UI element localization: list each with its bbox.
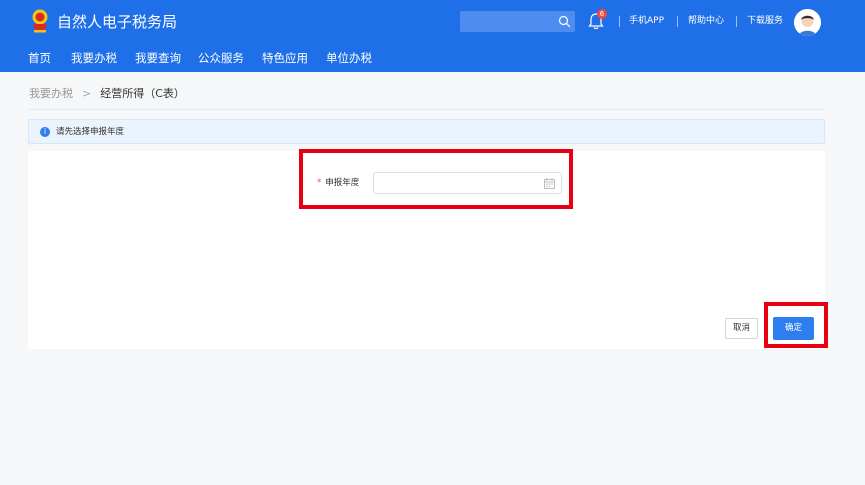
notice-bar: i 请先选择申报年度 <box>28 119 825 144</box>
breadcrumb-parent[interactable]: 我要办税 <box>29 87 73 100</box>
notification-badge: 6 <box>597 9 607 19</box>
site-title[interactable]: 自然人电子税务局 <box>57 12 177 32</box>
info-icon: i <box>40 127 50 137</box>
search-icon[interactable] <box>558 15 571 28</box>
year-label-text: 申报年度 <box>325 178 360 188</box>
tax-emblem-logo <box>32 9 48 33</box>
year-date-picker[interactable] <box>373 172 562 196</box>
nav-item-special-apps[interactable]: 特色应用 <box>262 50 308 66</box>
confirm-button[interactable]: 确定 <box>773 317 814 340</box>
header-divider <box>736 16 737 27</box>
nav-item-query[interactable]: 我要查询 <box>135 50 181 66</box>
nav-item-employer-tax[interactable]: 单位办税 <box>326 50 372 66</box>
notice-text: 请先选择申报年度 <box>56 127 125 137</box>
year-field-label: * 申报年度 <box>317 177 359 189</box>
search-box[interactable] <box>460 11 575 34</box>
top-header: 自然人电子税务局 6 手机APP 帮助中心 下载服务 首页 我要办税 我要查询 … <box>0 0 865 72</box>
user-avatar[interactable] <box>794 9 821 36</box>
nav-item-home[interactable]: 首页 <box>28 50 51 66</box>
cancel-button[interactable]: 取消 <box>725 318 758 339</box>
breadcrumb-current: 经营所得（C表） <box>100 87 185 100</box>
breadcrumb-divider <box>28 109 825 110</box>
mobile-app-link[interactable]: 手机APP <box>629 15 664 28</box>
header-divider <box>619 16 620 27</box>
help-center-link[interactable]: 帮助中心 <box>688 15 724 28</box>
chevron-right-icon: > <box>82 87 92 100</box>
breadcrumb: 我要办税 > 经营所得（C表） <box>29 87 185 101</box>
header-divider <box>677 16 678 27</box>
required-mark: * <box>317 178 322 188</box>
nav-item-tax-handling[interactable]: 我要办税 <box>71 50 117 66</box>
year-input[interactable] <box>374 176 534 196</box>
nav-item-public-services[interactable]: 公众服务 <box>198 50 244 66</box>
search-input[interactable] <box>460 13 555 34</box>
calendar-icon[interactable] <box>544 178 555 189</box>
form-panel: * 申报年度 取消 确定 <box>28 151 825 349</box>
download-service-link[interactable]: 下载服务 <box>747 15 783 28</box>
